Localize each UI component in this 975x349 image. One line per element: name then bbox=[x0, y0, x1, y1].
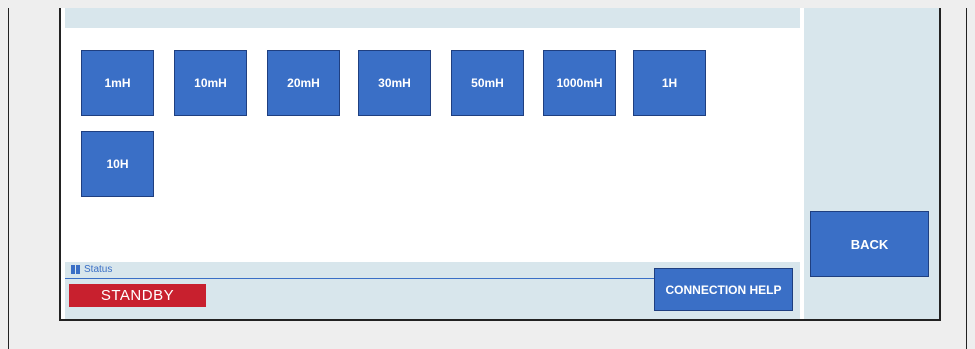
inductance-button-1mh[interactable]: 1mH bbox=[81, 50, 154, 116]
status-value-badge: STANDBY bbox=[69, 284, 206, 307]
inductance-button-20mh[interactable]: 20mH bbox=[267, 50, 340, 116]
inductance-button-10mh[interactable]: 10mH bbox=[174, 50, 247, 116]
back-button[interactable]: BACK bbox=[810, 211, 929, 277]
inductance-button-30mh[interactable]: 30mH bbox=[358, 50, 431, 116]
inductance-button-10h[interactable]: 10H bbox=[81, 131, 154, 197]
app-stage: 1mH 10mH 20mH 30mH 50mH 1000mH 1H 10H St… bbox=[0, 0, 975, 349]
status-bars-icon bbox=[71, 265, 81, 274]
outer-border-left bbox=[8, 8, 9, 349]
status-header-label: Status bbox=[84, 264, 113, 275]
top-bar bbox=[65, 8, 800, 28]
inductance-button-1h[interactable]: 1H bbox=[633, 50, 706, 116]
connection-help-button[interactable]: CONNECTION HELP bbox=[654, 268, 793, 311]
status-header: Status bbox=[71, 264, 112, 275]
outer-border-right bbox=[966, 8, 967, 349]
status-divider bbox=[65, 278, 655, 279]
inductance-button-1000mh[interactable]: 1000mH bbox=[543, 50, 616, 116]
inductance-button-50mh[interactable]: 50mH bbox=[451, 50, 524, 116]
